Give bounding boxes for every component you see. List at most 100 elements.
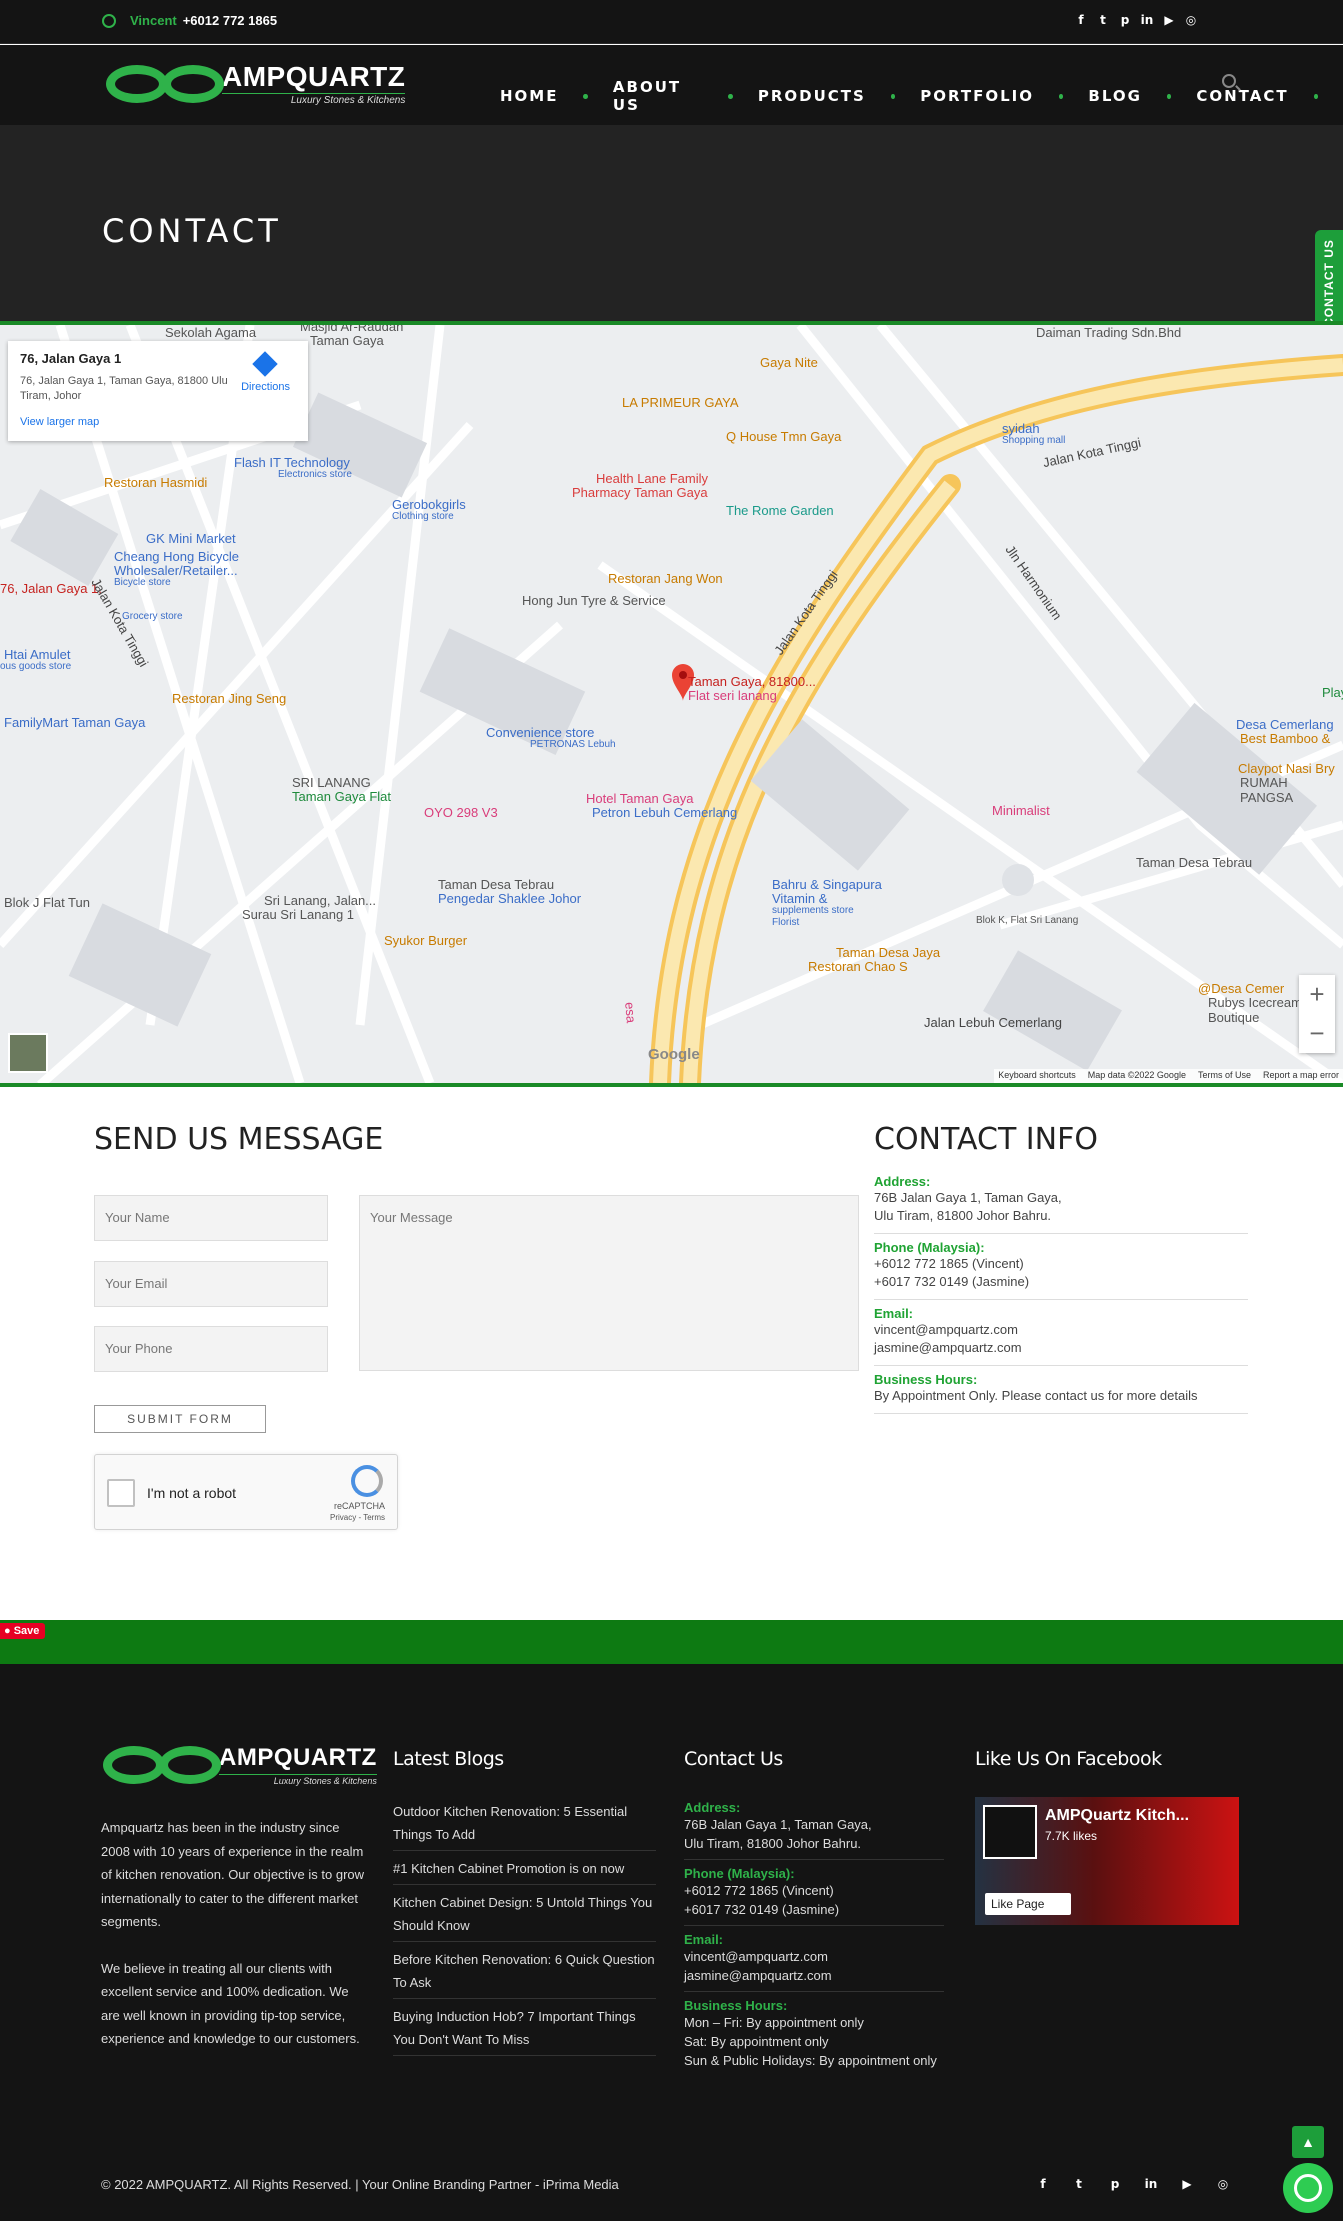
map-label[interactable]: GK Mini Market — [146, 531, 236, 546]
map-label[interactable]: supplements store — [772, 905, 854, 916]
map-label[interactable]: Gerobokgirls — [392, 497, 466, 512]
terms-link[interactable]: Terms of Use — [1198, 1070, 1251, 1082]
blog-link[interactable]: Outdoor Kitchen Renovation: 5 Essential … — [393, 1794, 656, 1851]
facebook-icon[interactable]: f — [1070, 13, 1092, 27]
map-label[interactable]: Restoran Hasmidi — [104, 475, 207, 490]
map-label[interactable]: Sekolah Agama — [165, 325, 256, 340]
map-label[interactable]: Q House Tmn Gaya — [726, 429, 841, 444]
phone-number[interactable]: +6012 772 1865 (Vincent) — [874, 1255, 1248, 1273]
map-label[interactable]: Clothing store — [392, 511, 454, 522]
map-label[interactable]: Taman Gaya Flat — [292, 789, 391, 804]
map-label[interactable]: Hotel Taman Gaya — [586, 791, 693, 806]
map-label[interactable]: OYO 298 V3 — [424, 805, 498, 820]
blog-link[interactable]: Buying Induction Hob? 7 Important Things… — [393, 1999, 656, 2056]
blog-link[interactable]: Before Kitchen Renovation: 6 Quick Quest… — [393, 1942, 656, 1999]
search-icon[interactable] — [1222, 74, 1236, 88]
phone-number[interactable]: +6017 732 0149 (Jasmine) — [874, 1273, 1248, 1291]
captcha-checkbox[interactable] — [107, 1479, 135, 1507]
map-label[interactable]: 76, Jalan Gaya 1, — [0, 581, 102, 596]
map-label[interactable]: syidah — [1002, 421, 1040, 436]
view-larger-map-link[interactable]: View larger map — [20, 416, 296, 428]
map-label[interactable]: LA PRIMEUR GAYA — [622, 395, 739, 410]
map-label[interactable]: Play — [1322, 685, 1343, 700]
map-label[interactable]: Restoran Chao S — [808, 959, 908, 974]
map-label[interactable]: Cheang Hong Bicycle — [114, 549, 239, 564]
email-address[interactable]: vincent@ampquartz.com — [684, 1947, 944, 1966]
facebook-icon[interactable]: f — [1032, 2177, 1054, 2191]
email-address[interactable]: jasmine@ampquartz.com — [684, 1966, 944, 1985]
map-label[interactable]: Claypot Nasi Bry — [1238, 761, 1335, 776]
map-label[interactable]: FamilyMart Taman Gaya — [4, 715, 145, 730]
map-label[interactable]: Electronics store — [278, 469, 352, 480]
map-label[interactable]: Htai Amulet — [4, 647, 70, 662]
map-label[interactable]: Syukor Burger — [384, 933, 467, 948]
email-input[interactable]: Your Email — [94, 1261, 328, 1307]
map-label[interactable]: Taman Desa Tebrau — [438, 877, 554, 892]
pinterest-icon[interactable]: p — [1114, 13, 1136, 27]
pinterest-icon[interactable]: p — [1104, 2177, 1126, 2191]
back-to-top-button[interactable]: ▲ — [1292, 2126, 1324, 2158]
map-label[interactable]: RUMAH PANGSA — [1240, 775, 1343, 805]
map-label[interactable]: Sri Lanang, Jalan... — [264, 893, 376, 908]
map-label[interactable]: Pharmacy Taman Gaya — [572, 485, 708, 500]
map-label[interactable]: Taman Gaya, 81800... — [688, 674, 816, 689]
map-label[interactable]: Petron Lebuh Cemerlang — [592, 805, 737, 820]
blog-link[interactable]: #1 Kitchen Cabinet Promotion is on now — [393, 1851, 656, 1885]
youtube-icon[interactable]: ▶ — [1158, 13, 1180, 27]
zoom-in-button[interactable]: + — [1299, 975, 1335, 1014]
map-label[interactable]: Restoran Jing Seng — [172, 691, 286, 706]
instagram-icon[interactable]: ◎ — [1212, 2177, 1234, 2191]
map-label[interactable]: Best Bamboo & — [1240, 731, 1330, 746]
map-label[interactable]: Bicycle store — [114, 577, 171, 588]
report-error-link[interactable]: Report a map error — [1263, 1070, 1339, 1082]
email-address[interactable]: vincent@ampquartz.com — [874, 1321, 1248, 1339]
map-label[interactable]: Health Lane Family — [596, 471, 708, 486]
nav-home[interactable]: HOME — [500, 87, 558, 105]
map-label[interactable]: Wholesaler/Retailer... — [114, 563, 238, 578]
twitter-icon[interactable]: t — [1068, 2177, 1090, 2191]
facebook-widget[interactable]: AMPQuartz Kitch... 7.7K likes Like Page — [975, 1797, 1239, 1925]
phone-number[interactable]: +6017 732 0149 (Jasmine) — [684, 1900, 944, 1919]
map-label[interactable]: Blok J Flat Tun — [4, 895, 90, 910]
map-label[interactable]: Vitamin & — [772, 891, 827, 906]
map-label[interactable]: Flat seri lanang — [688, 688, 777, 703]
phone-number[interactable]: +6012 772 1865 (Vincent) — [684, 1881, 944, 1900]
keyboard-shortcuts-link[interactable]: Keyboard shortcuts — [998, 1070, 1076, 1082]
map-label[interactable]: Restoran Jang Won — [608, 571, 723, 586]
zoom-out-button[interactable]: − — [1299, 1014, 1335, 1053]
message-textarea[interactable]: Your Message — [359, 1195, 859, 1371]
map-label[interactable]: @Desa Cemer — [1198, 981, 1284, 996]
nav-contact[interactable]: CONTACT — [1196, 87, 1288, 105]
linkedin-icon[interactable]: in — [1136, 13, 1158, 27]
map-label[interactable]: Taman Gaya — [310, 333, 384, 348]
map-label[interactable]: Blok K, Flat Sri Lanang — [976, 915, 1078, 926]
footer-logo[interactable]: AMPQUARTZ Luxury Stones & Kitchens — [101, 1740, 377, 1790]
fb-like-button[interactable]: Like Page — [985, 1893, 1071, 1915]
map-label[interactable]: Florist — [772, 917, 799, 928]
whatsapp-chat-button[interactable] — [1283, 2163, 1333, 2213]
google-map[interactable]: Sekolah Agama Masjid Ar-Raudah Taman Gay… — [0, 321, 1343, 1087]
map-label[interactable]: Surau Sri Lanang 1 — [242, 907, 354, 922]
map-label[interactable]: The Rome Garden — [726, 503, 834, 518]
youtube-icon[interactable]: ▶ — [1176, 2177, 1198, 2191]
map-label[interactable]: Gaya Nite — [760, 355, 818, 370]
map-label[interactable]: Bahru & Singapura — [772, 877, 882, 892]
map-label[interactable]: Jalan Lebuh Cemerlang — [924, 1015, 1062, 1030]
map-label[interactable]: Hong Jun Tyre & Service — [522, 593, 666, 608]
twitter-icon[interactable]: t — [1092, 13, 1114, 27]
pinterest-save-button[interactable]: ● Save — [0, 1623, 46, 1639]
blog-link[interactable]: Kitchen Cabinet Design: 5 Untold Things … — [393, 1885, 656, 1942]
fb-page-name[interactable]: AMPQuartz Kitch... — [1045, 1807, 1189, 1825]
map-label[interactable]: Desa Cemerlang — [1236, 717, 1334, 732]
map-label[interactable]: Shopping mall — [1002, 435, 1065, 446]
satellite-toggle[interactable] — [8, 1033, 48, 1073]
map-label[interactable]: PETRONAS Lebuh — [530, 739, 616, 750]
nav-about-us[interactable]: ABOUT US — [613, 78, 704, 114]
map-label[interactable]: ous goods store — [0, 661, 71, 672]
email-address[interactable]: jasmine@ampquartz.com — [874, 1339, 1248, 1357]
map-label[interactable]: Grocery store — [122, 611, 183, 622]
directions-link[interactable]: Directions — [241, 381, 290, 393]
map-label[interactable]: Minimalist — [992, 803, 1050, 818]
linkedin-icon[interactable]: in — [1140, 2177, 1162, 2191]
top-phone[interactable]: Vincent +6012 772 1865 — [102, 13, 277, 28]
